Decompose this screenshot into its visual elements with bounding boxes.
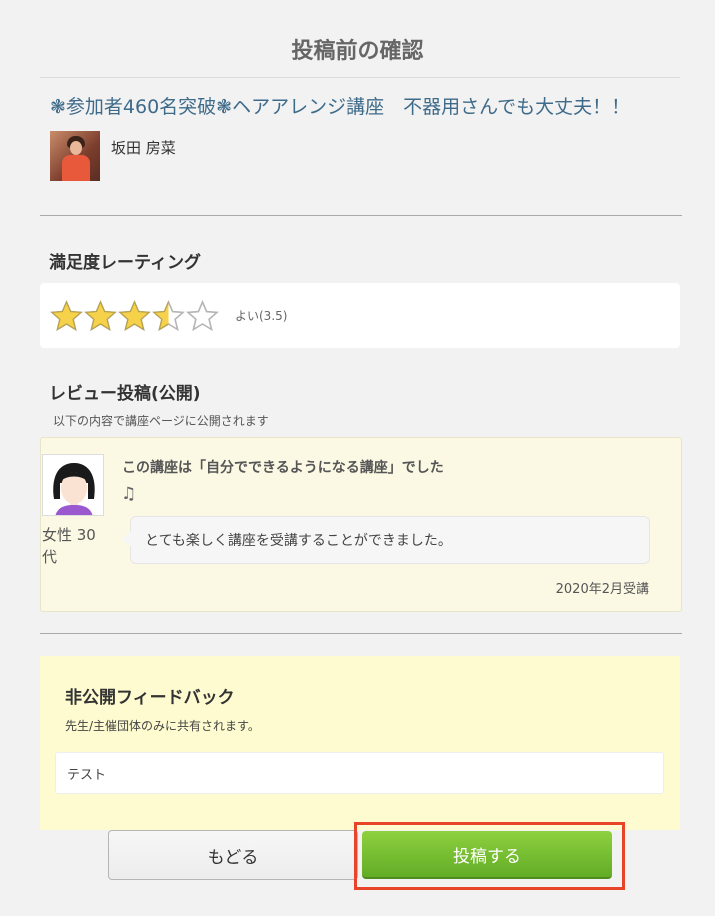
private-feedback-section: 非公開フィードバック 先生/主催団体のみに共有されます。 テスト (40, 656, 680, 830)
rating-label: よい(3.5) (235, 309, 288, 323)
back-button[interactable]: もどる (108, 830, 358, 880)
star-icon (84, 299, 117, 331)
teacher: 坂田 房菜 (50, 131, 176, 181)
course-title[interactable]: ❃参加者460名突破❃ヘアアレンジ講座 不器用さんでも大丈夫！！ (50, 92, 690, 119)
review-body: とても楽しく講座を受講することができました。 (122, 516, 650, 564)
star-icon (118, 299, 151, 331)
rating-heading: 満足度レーティング (49, 253, 201, 273)
review-card: 女性 30代 この講座は「自分でできるようになる講座」でした ♫ とても楽しく講… (40, 437, 682, 612)
star-rating (50, 299, 220, 332)
divider (40, 633, 682, 634)
feedback-field[interactable]: テスト (55, 752, 664, 794)
review-subtitle: 以下の内容で講座ページに公開されます (53, 414, 269, 428)
page-title: 投稿前の確認 (291, 39, 424, 64)
divider (40, 77, 680, 78)
teacher-name: 坂田 房菜 (111, 139, 176, 157)
star-icon (186, 299, 219, 331)
submit-button[interactable]: 投稿する (362, 831, 612, 879)
review-headline: この講座は「自分でできるようになる講座」でした (122, 460, 444, 476)
feedback-heading: 非公開フィードバック (65, 688, 235, 708)
star-icon (152, 299, 185, 331)
music-note-icon: ♫ (121, 484, 137, 504)
review-heading: レビュー投稿(公開) (49, 384, 201, 404)
feedback-subtitle: 先生/主催団体のみに共有されます。 (65, 719, 260, 733)
reviewer-info: 女性 30代 (42, 526, 96, 566)
review-date: 2020年2月受講 (555, 582, 649, 597)
rating-box: よい(3.5) (40, 283, 680, 348)
reviewer-avatar (42, 454, 104, 516)
star-icon (50, 299, 83, 331)
divider (40, 215, 682, 216)
teacher-avatar[interactable] (50, 131, 100, 181)
